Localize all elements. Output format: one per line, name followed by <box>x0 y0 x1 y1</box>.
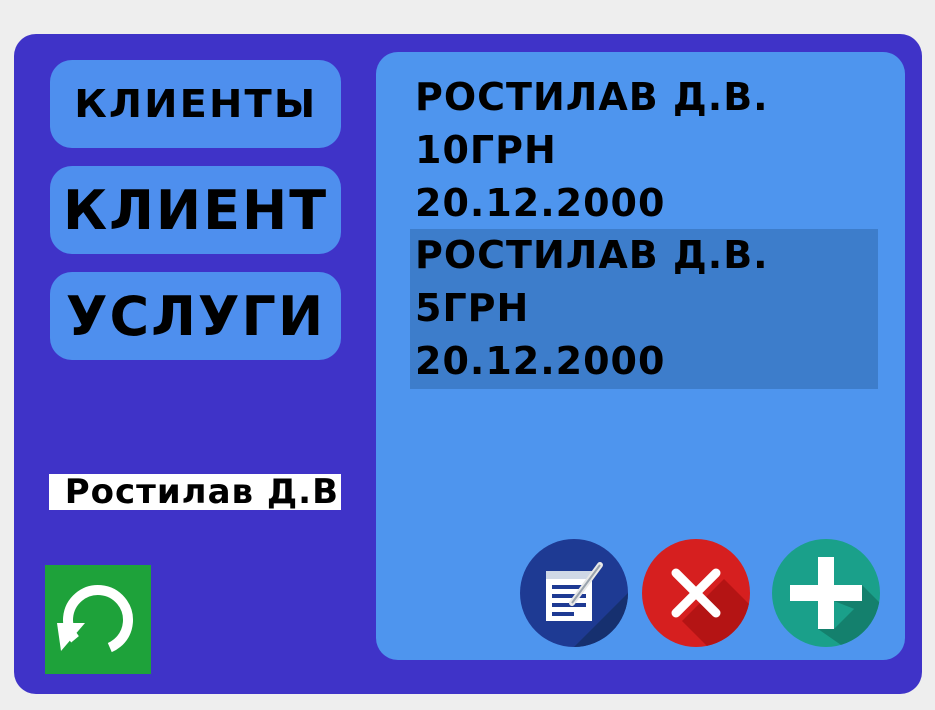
record-amount: 10ГРН <box>415 128 557 172</box>
services-button[interactable]: УСЛУГИ <box>50 272 341 360</box>
record-date: 20.12.2000 <box>415 339 666 383</box>
client-button-label: КЛИЕНТ <box>62 178 329 242</box>
add-button[interactable] <box>772 539 880 647</box>
client-button[interactable]: КЛИЕНТ <box>50 166 341 254</box>
record-date: 20.12.2000 <box>415 181 666 225</box>
refresh-button[interactable] <box>45 565 151 674</box>
edit-document-icon <box>546 562 628 647</box>
record-amount: 5ГРН <box>415 286 530 330</box>
list-item[interactable]: РОСТИЛАВ Д.В. 10ГРН 20.12.2000 <box>410 71 878 231</box>
clients-button-label: КЛИЕНТЫ <box>73 82 318 126</box>
list-item-selected[interactable]: РОСТИЛАВ Д.В. 5ГРН 20.12.2000 <box>410 229 878 389</box>
services-button-label: УСЛУГИ <box>65 284 326 348</box>
record-name: РОСТИЛАВ Д.В. <box>415 75 769 119</box>
close-icon <box>671 568 750 647</box>
clients-button[interactable]: КЛИЕНТЫ <box>50 60 341 148</box>
delete-button[interactable] <box>642 539 750 647</box>
edit-button[interactable] <box>520 539 628 647</box>
refresh-icon <box>57 585 133 655</box>
record-name: РОСТИЛАВ Д.В. <box>415 233 769 277</box>
client-name-field[interactable]: Ростилав Д.В <box>49 474 341 510</box>
plus-icon <box>790 557 880 647</box>
client-name-field-value: Ростилав Д.В <box>64 474 339 510</box>
